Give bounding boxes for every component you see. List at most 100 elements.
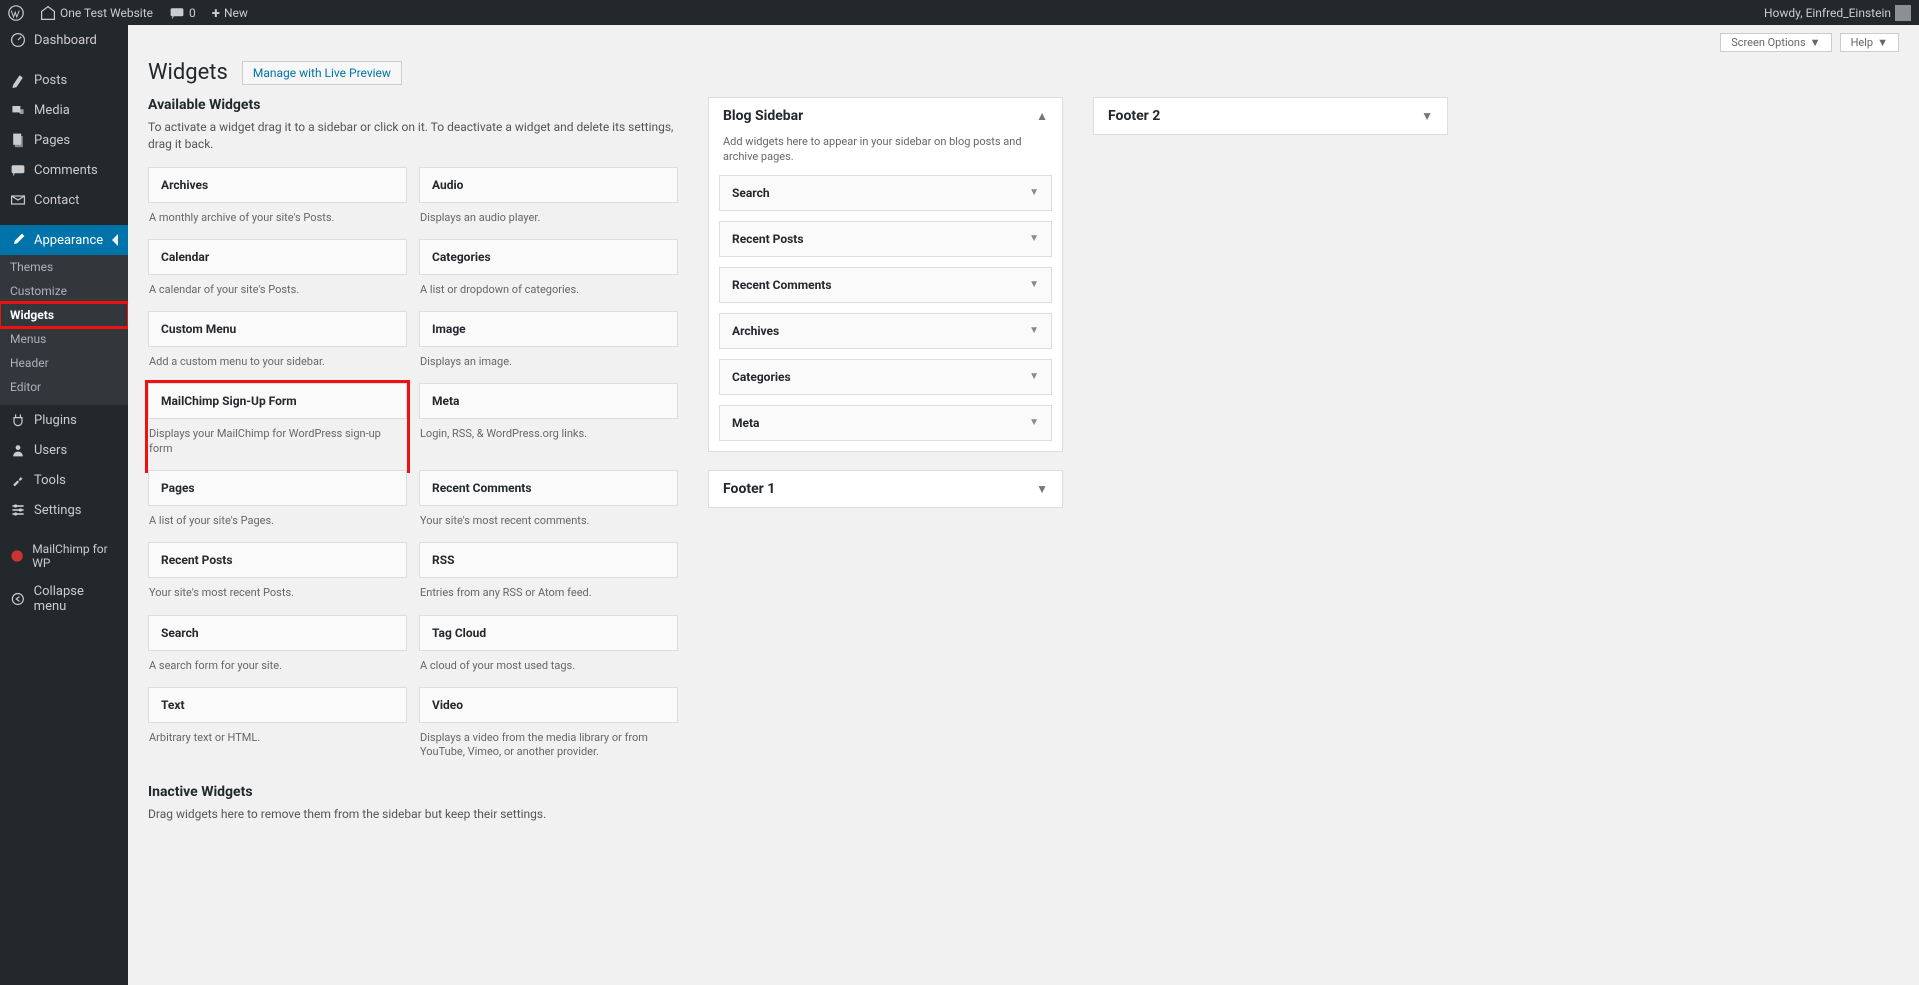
wp-logo-icon[interactable] bbox=[8, 5, 24, 21]
sidebar-widget-label: Recent Comments bbox=[732, 278, 832, 292]
sidebar-sub-customize[interactable]: Customize bbox=[0, 279, 128, 303]
available-widget: MailChimp Sign-Up FormDisplays your Mail… bbox=[148, 383, 407, 470]
widget-area-header[interactable]: Footer 2 ▼ bbox=[1094, 98, 1447, 134]
sidebar-item-label: Dashboard bbox=[34, 33, 97, 48]
sidebar-sub-editor[interactable]: Editor bbox=[0, 375, 128, 399]
sidebar-sub-widgets[interactable]: Widgets bbox=[0, 303, 128, 327]
sidebar-item-label: Contact bbox=[34, 193, 79, 208]
available-widget: Recent CommentsYour site's most recent c… bbox=[419, 470, 678, 542]
available-widget: PagesA list of your site's Pages. bbox=[148, 470, 407, 542]
sidebar-sub-menus[interactable]: Menus bbox=[0, 327, 128, 351]
site-name-link[interactable]: One Test Website bbox=[40, 5, 153, 21]
sidebar-widget-item[interactable]: Categories▼ bbox=[719, 359, 1052, 395]
sidebar-widget-label: Recent Posts bbox=[732, 232, 804, 246]
available-widget: ArchivesA monthly archive of your site's… bbox=[148, 167, 407, 239]
sidebar-item-settings[interactable]: Settings bbox=[0, 495, 128, 525]
sidebar-item-dashboard[interactable]: Dashboard bbox=[0, 25, 128, 55]
widget-description: Login, RSS, & WordPress.org links. bbox=[419, 419, 678, 455]
sidebar-item-contact[interactable]: Contact bbox=[0, 185, 128, 215]
sidebar-item-media[interactable]: Media bbox=[0, 95, 128, 125]
sidebar-item-appearance[interactable]: Appearance bbox=[0, 225, 128, 255]
main-content: Screen Options ▼ Help ▼ Widgets Manage w… bbox=[128, 25, 1919, 856]
widget-area-header[interactable]: Footer 1 ▼ bbox=[709, 471, 1062, 507]
live-preview-button[interactable]: Manage with Live Preview bbox=[242, 61, 402, 85]
widget-header[interactable]: Video bbox=[419, 687, 678, 723]
screen-options-button[interactable]: Screen Options ▼ bbox=[1720, 33, 1831, 52]
chevron-down-icon: ▼ bbox=[1029, 325, 1039, 336]
widget-header[interactable]: Search bbox=[148, 615, 407, 651]
sidebar-item-users[interactable]: Users bbox=[0, 435, 128, 465]
inactive-widgets-heading: Inactive Widgets bbox=[148, 784, 678, 800]
comments-link[interactable]: 0 bbox=[169, 5, 196, 21]
available-widget: VideoDisplays a video from the media lib… bbox=[419, 687, 678, 774]
sidebar-item-tools[interactable]: Tools bbox=[0, 465, 128, 495]
sidebar-item-posts[interactable]: Posts bbox=[0, 65, 128, 95]
widget-header[interactable]: RSS bbox=[419, 542, 678, 578]
howdy-text: Howdy, Einfred_Einstein bbox=[1764, 6, 1891, 20]
widget-header[interactable]: Recent Comments bbox=[419, 470, 678, 506]
widget-area-title: Blog Sidebar bbox=[723, 108, 803, 124]
widget-area-title: Footer 2 bbox=[1108, 108, 1160, 124]
sidebar-item-label: Appearance bbox=[34, 233, 103, 248]
available-widgets-heading: Available Widgets bbox=[148, 97, 678, 113]
sidebar-widget-label: Categories bbox=[732, 370, 791, 384]
admin-bar: One Test Website 0 + New Howdy, Einfred_… bbox=[0, 0, 1919, 25]
widget-header[interactable]: Image bbox=[419, 311, 678, 347]
widget-header[interactable]: Categories bbox=[419, 239, 678, 275]
chevron-down-icon: ▼ bbox=[1421, 109, 1433, 123]
sidebar-widget-item[interactable]: Meta▼ bbox=[719, 405, 1052, 441]
widget-description: A list of your site's Pages. bbox=[148, 506, 407, 542]
widget-description: Displays a video from the media library … bbox=[419, 723, 678, 774]
widget-header[interactable]: Text bbox=[148, 687, 407, 723]
widget-header[interactable]: Tag Cloud bbox=[419, 615, 678, 651]
help-button[interactable]: Help ▼ bbox=[1840, 33, 1899, 52]
active-arrow-icon bbox=[112, 234, 118, 246]
available-widget: CategoriesA list or dropdown of categori… bbox=[419, 239, 678, 311]
widget-area-items: Search▼Recent Posts▼Recent Comments▼Arch… bbox=[709, 175, 1062, 451]
available-widget: Recent PostsYour site's most recent Post… bbox=[148, 542, 407, 614]
widget-header[interactable]: Meta bbox=[419, 383, 678, 419]
sidebar-widget-item[interactable]: Recent Posts ▼ bbox=[719, 221, 1052, 257]
new-link[interactable]: + New bbox=[212, 4, 248, 22]
widget-header[interactable]: Custom Menu bbox=[148, 311, 407, 347]
widget-header[interactable]: Calendar bbox=[148, 239, 407, 275]
sidebar-widget-item[interactable]: Search▼ bbox=[719, 175, 1052, 211]
avatar-icon bbox=[1895, 5, 1911, 21]
sidebar-widget-label: Search bbox=[732, 186, 770, 200]
widget-description: Your site's most recent Posts. bbox=[148, 578, 407, 614]
sidebar-item-collapse[interactable]: Collapse menu bbox=[0, 577, 128, 621]
available-widget: MetaLogin, RSS, & WordPress.org links. bbox=[419, 383, 678, 470]
sidebar-sub-themes[interactable]: Themes bbox=[0, 255, 128, 279]
widget-description: Displays an audio player. bbox=[419, 203, 678, 239]
sidebar-item-pages[interactable]: Pages bbox=[0, 125, 128, 155]
widget-header[interactable]: Audio bbox=[419, 167, 678, 203]
sidebar-item-plugins[interactable]: Plugins bbox=[0, 405, 128, 435]
widget-header[interactable]: Archives bbox=[148, 167, 407, 203]
sidebar-item-label: Pages bbox=[34, 133, 70, 148]
widget-header[interactable]: Recent Posts bbox=[148, 542, 407, 578]
widget-area-header[interactable]: Blog Sidebar ▲ bbox=[709, 98, 1062, 134]
available-widgets-hint: To activate a widget drag it to a sideba… bbox=[148, 119, 678, 153]
widget-header[interactable]: Pages bbox=[148, 470, 407, 506]
sidebar-item-label: Comments bbox=[34, 163, 98, 178]
widget-description: Add a custom menu to your sidebar. bbox=[148, 347, 407, 383]
sidebar-widget-item[interactable]: Archives▼ bbox=[719, 313, 1052, 349]
howdy-link[interactable]: Howdy, Einfred_Einstein bbox=[1764, 5, 1911, 21]
widget-description: A cloud of your most used tags. bbox=[419, 651, 678, 687]
sidebar-item-label: Collapse menu bbox=[34, 584, 118, 614]
widget-header[interactable]: MailChimp Sign-Up Form bbox=[148, 383, 407, 419]
widget-description: A list or dropdown of categories. bbox=[419, 275, 678, 311]
available-widget: TextArbitrary text or HTML. bbox=[148, 687, 407, 774]
chevron-down-icon: ▼ bbox=[1029, 233, 1039, 244]
sidebar-sub-header[interactable]: Header bbox=[0, 351, 128, 375]
sidebar-item-label: MailChimp for WP bbox=[32, 542, 118, 570]
sidebar-item-label: Media bbox=[34, 103, 70, 118]
sidebar-item-comments[interactable]: Comments bbox=[0, 155, 128, 185]
sidebar-widget-item[interactable]: Recent Comments▼ bbox=[719, 267, 1052, 303]
sidebar-item-mailchimp[interactable]: MailChimp for WP bbox=[0, 535, 128, 577]
sidebar-item-label: Users bbox=[34, 443, 67, 458]
widget-description: A search form for your site. bbox=[148, 651, 407, 687]
sidebar-item-label: Posts bbox=[34, 73, 67, 88]
widget-area-footer1: Footer 1 ▼ bbox=[708, 470, 1063, 508]
available-widget: RSSEntries from any RSS or Atom feed. bbox=[419, 542, 678, 614]
